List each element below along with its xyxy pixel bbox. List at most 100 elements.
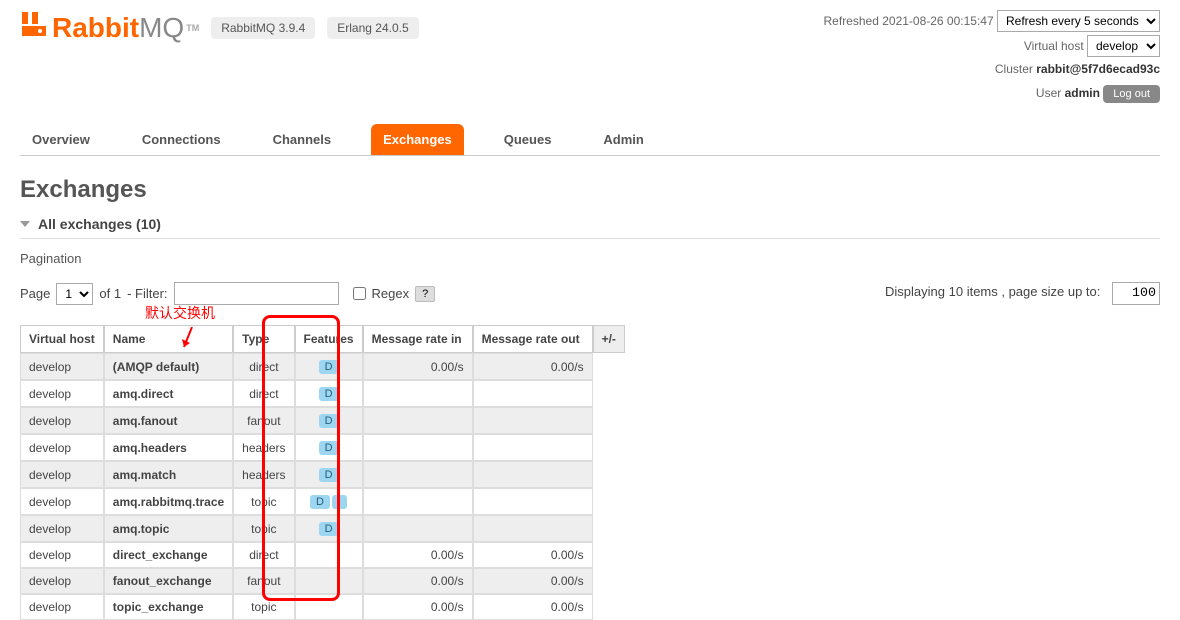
logo-tm: TM bbox=[186, 23, 199, 33]
cell-vhost: develop bbox=[20, 594, 104, 620]
refresh-interval-select[interactable]: Refresh every 5 seconds bbox=[997, 10, 1160, 32]
table-row: develop(AMQP default)directD0.00/s0.00/s bbox=[20, 353, 625, 380]
cell-exchange-name[interactable]: amq.match bbox=[104, 461, 233, 488]
page-label: Page bbox=[20, 286, 50, 301]
cell-exchange-name[interactable]: topic_exchange bbox=[104, 594, 233, 620]
tab-connections[interactable]: Connections bbox=[130, 124, 233, 155]
col-header[interactable]: Type bbox=[233, 325, 294, 353]
cell-rate-in bbox=[363, 461, 473, 488]
table-row: developamq.directdirect D bbox=[20, 380, 625, 407]
cell-features: DI bbox=[295, 488, 363, 515]
cell-vhost: develop bbox=[20, 380, 104, 407]
col-header[interactable]: Virtual host bbox=[20, 325, 104, 353]
table-row: developtopic_exchangetopic0.00/s0.00/s bbox=[20, 594, 625, 620]
cell-type: topic bbox=[233, 594, 294, 620]
feature-badge: D bbox=[310, 495, 330, 509]
cell-features bbox=[295, 542, 363, 568]
cell-rate-out: 0.00/s bbox=[473, 353, 593, 380]
cell-rate-in bbox=[363, 515, 473, 542]
section-header[interactable]: All exchanges (10) bbox=[20, 216, 1160, 239]
regex-help-button[interactable]: ? bbox=[415, 286, 435, 302]
table-row: developfanout_exchangefanout0.00/s0.00/s bbox=[20, 568, 625, 594]
chevron-down-icon[interactable] bbox=[20, 221, 30, 227]
regex-checkbox[interactable] bbox=[353, 287, 366, 300]
cell-features bbox=[295, 568, 363, 594]
pagination-label: Pagination bbox=[20, 251, 1160, 266]
table-row: developamq.fanoutfanoutD bbox=[20, 407, 625, 434]
logout-button[interactable]: Log out bbox=[1103, 85, 1160, 103]
feature-badge: D bbox=[319, 441, 339, 455]
tab-admin[interactable]: Admin bbox=[591, 124, 655, 155]
logo[interactable]: RabbitMQTM bbox=[20, 10, 199, 45]
cell-vhost: develop bbox=[20, 353, 104, 380]
refreshed-label: Refreshed 2021-08-26 00:15:47 bbox=[824, 14, 994, 28]
cell-type: direct bbox=[233, 542, 294, 568]
version-erlang-badge: Erlang 24.0.5 bbox=[327, 17, 418, 39]
cell-vhost: develop bbox=[20, 488, 104, 515]
col-header[interactable]: Message rate in bbox=[363, 325, 473, 353]
rabbitmq-logo-icon bbox=[20, 10, 48, 45]
filter-input[interactable] bbox=[174, 282, 339, 305]
cell-rate-in bbox=[363, 407, 473, 434]
columns-toggle-button[interactable]: +/- bbox=[593, 325, 625, 353]
cell-type: topic bbox=[233, 515, 294, 542]
col-header[interactable]: Features bbox=[295, 325, 363, 353]
vhost-select[interactable]: develop bbox=[1087, 35, 1160, 57]
user-name: admin bbox=[1065, 86, 1100, 100]
cell-type: headers bbox=[233, 434, 294, 461]
cell-rate-out bbox=[473, 488, 593, 515]
tab-exchanges[interactable]: Exchanges bbox=[371, 124, 464, 155]
cell-exchange-name[interactable]: amq.topic bbox=[104, 515, 233, 542]
table-row: developdirect_exchangedirect0.00/s0.00/s bbox=[20, 542, 625, 568]
cell-rate-in bbox=[363, 434, 473, 461]
main-tabs: Overview Connections Channels Exchanges Queu… bbox=[20, 124, 1160, 156]
cell-rate-in: 0.00/s bbox=[363, 568, 473, 594]
cell-rate-in: 0.00/s bbox=[363, 353, 473, 380]
cell-rate-out bbox=[473, 407, 593, 434]
feature-badge: D bbox=[319, 468, 339, 482]
version-rabbitmq-badge: RabbitMQ 3.9.4 bbox=[211, 17, 315, 39]
tab-queues[interactable]: Queues bbox=[492, 124, 564, 155]
cell-exchange-name[interactable]: (AMQP default) bbox=[104, 353, 233, 380]
user-label: User bbox=[1036, 86, 1061, 100]
cell-exchange-name[interactable]: amq.direct bbox=[104, 380, 233, 407]
table-row: developamq.matchheaders D bbox=[20, 461, 625, 488]
cell-exchange-name[interactable]: direct_exchange bbox=[104, 542, 233, 568]
regex-label: Regex bbox=[372, 286, 410, 301]
cell-vhost: develop bbox=[20, 568, 104, 594]
cell-rate-out bbox=[473, 380, 593, 407]
section-title: All exchanges (10) bbox=[38, 216, 161, 232]
page-title: Exchanges bbox=[20, 176, 1160, 204]
cell-exchange-name[interactable]: amq.fanout bbox=[104, 407, 233, 434]
page-select[interactable]: 1 bbox=[56, 283, 93, 305]
cell-type: headers bbox=[233, 461, 294, 488]
cell-rate-in bbox=[363, 380, 473, 407]
page-size-input[interactable] bbox=[1112, 282, 1160, 305]
cluster-label: Cluster bbox=[995, 62, 1033, 76]
cell-vhost: develop bbox=[20, 461, 104, 488]
cell-rate-out bbox=[473, 434, 593, 461]
cell-rate-in: 0.00/s bbox=[363, 542, 473, 568]
cell-vhost: develop bbox=[20, 542, 104, 568]
tab-channels[interactable]: Channels bbox=[261, 124, 344, 155]
cluster-name: rabbit@5f7d6ecad93c bbox=[1036, 62, 1160, 76]
tab-overview[interactable]: Overview bbox=[20, 124, 102, 155]
cell-features: D bbox=[295, 353, 363, 380]
cell-exchange-name[interactable]: amq.rabbitmq.trace bbox=[104, 488, 233, 515]
vhost-label: Virtual host bbox=[1024, 39, 1084, 53]
cell-rate-out: 0.00/s bbox=[473, 594, 593, 620]
cell-type: fanout bbox=[233, 407, 294, 434]
col-header[interactable]: Message rate out bbox=[473, 325, 593, 353]
feature-badge: D bbox=[319, 360, 339, 374]
feature-badge: D bbox=[319, 522, 339, 536]
cell-features: D bbox=[295, 515, 363, 542]
cell-vhost: develop bbox=[20, 434, 104, 461]
col-header[interactable]: Name bbox=[104, 325, 233, 353]
feature-badge: D bbox=[319, 387, 339, 401]
cell-exchange-name[interactable]: fanout_exchange bbox=[104, 568, 233, 594]
cell-exchange-name[interactable]: amq.headers bbox=[104, 434, 233, 461]
cell-type: direct bbox=[233, 380, 294, 407]
cell-vhost: develop bbox=[20, 407, 104, 434]
annotation-arrow-icon bbox=[182, 327, 212, 351]
cell-rate-out bbox=[473, 515, 593, 542]
